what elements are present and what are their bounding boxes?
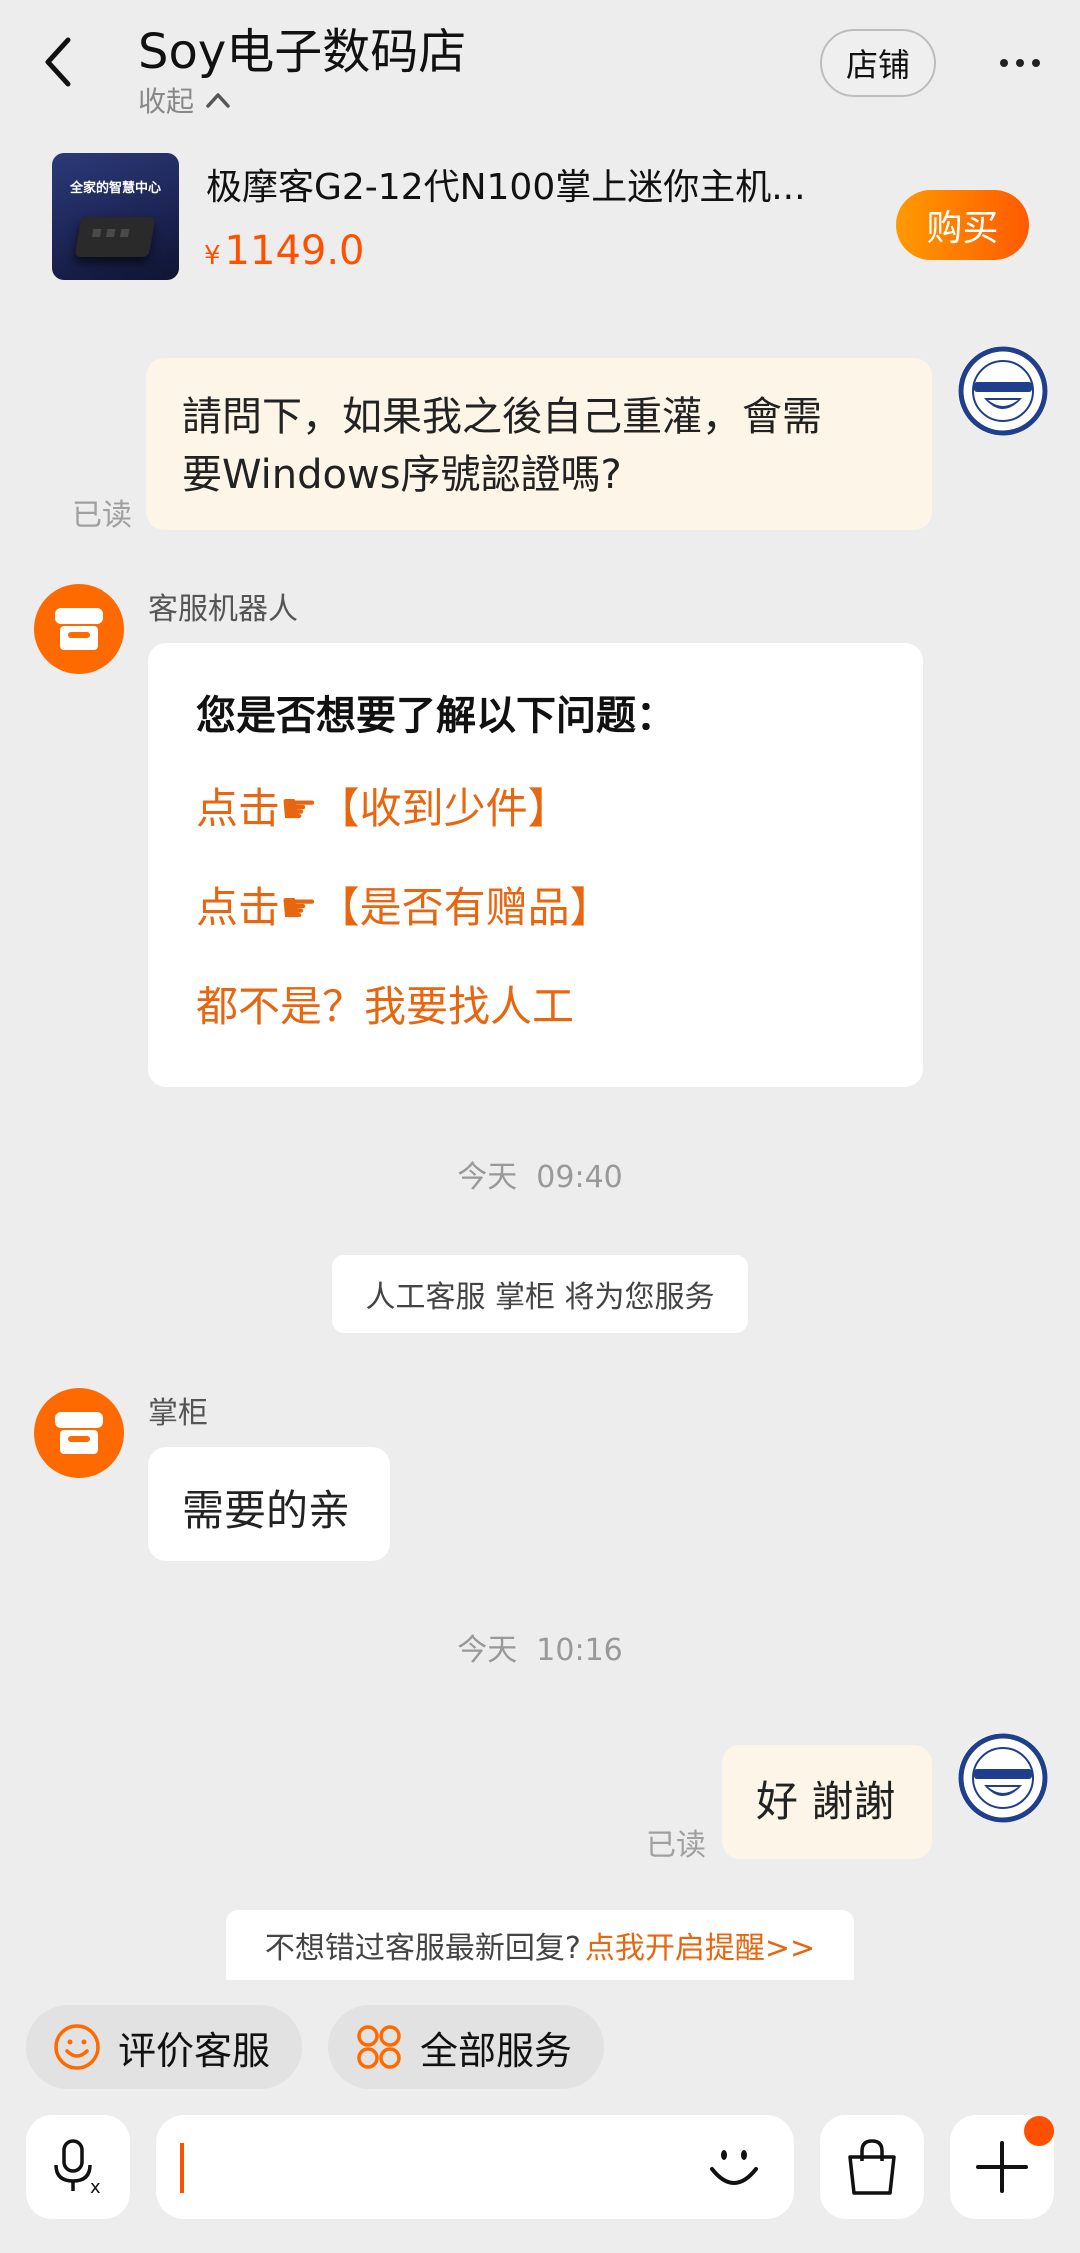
more-dot-icon xyxy=(1000,59,1008,67)
sender-name: 掌柜 xyxy=(148,1396,208,1431)
notification-dot xyxy=(1024,2116,1054,2146)
system-notice: 人工客服 掌柜 将为您服务 xyxy=(332,1255,748,1333)
laughing-man-icon xyxy=(958,1733,1048,1823)
read-status: 已读 xyxy=(72,498,132,533)
product-image[interactable]: 全家的智慧中心 xyxy=(52,153,179,280)
user-avatar[interactable] xyxy=(958,1733,1048,1823)
read-status: 已读 xyxy=(646,1828,706,1863)
plus-icon xyxy=(976,2141,1028,2193)
emoji-icon xyxy=(710,2150,758,2185)
microphone-icon: x xyxy=(54,2139,101,2198)
buy-button[interactable]: 购买 xyxy=(896,190,1029,260)
rate-service-button[interactable]: 评价客服 xyxy=(26,2005,302,2089)
bot-avatar[interactable] xyxy=(34,584,124,674)
mini-pc-illustration xyxy=(74,217,156,257)
product-price: ¥1149.0 xyxy=(204,228,365,274)
collapse-label: 收起 xyxy=(138,85,195,118)
product-image-caption: 全家的智慧中心 xyxy=(69,181,161,196)
smile-icon xyxy=(52,2022,102,2072)
all-services-button[interactable]: 全部服务 xyxy=(328,2005,604,2089)
svg-text:x: x xyxy=(90,2177,101,2198)
emoji-button[interactable] xyxy=(702,2135,766,2203)
chevron-left-icon xyxy=(45,37,71,87)
more-dot-icon xyxy=(1016,59,1024,67)
text-caret xyxy=(180,2143,184,2193)
menu-option-gifts[interactable]: 点击☛【是否有赠品】 xyxy=(196,874,875,935)
menu-option-missing-items[interactable]: 点击☛【收到少件】 xyxy=(196,775,875,836)
back-button[interactable] xyxy=(40,30,100,100)
bot-menu-bubble: 您是否想要了解以下问题： 点击☛【收到少件】 点击☛【是否有赠品】 都不是？我要… xyxy=(148,643,923,1087)
message-input[interactable] xyxy=(156,2115,794,2219)
product-title[interactable]: 极摩客G2-12代N100掌上迷你主机... xyxy=(206,158,846,210)
more-button[interactable] xyxy=(990,38,1050,88)
store-icon xyxy=(55,1412,103,1454)
quick-action-label: 全部服务 xyxy=(420,2028,573,2073)
currency-symbol: ¥ xyxy=(204,241,221,271)
store-button[interactable]: 店铺 xyxy=(820,29,936,97)
menu-heading: 您是否想要了解以下问题： xyxy=(196,693,676,739)
collapse-toggle[interactable]: 收起 xyxy=(138,80,232,120)
message-bubble-other[interactable]: 需要的亲 xyxy=(148,1447,390,1561)
shop-title: Soy电子数码店 xyxy=(138,24,467,80)
message-text: 要Windows序號認證嗎? xyxy=(182,452,622,498)
message-text: 請問下，如果我之後自己重灌，會需 xyxy=(182,394,822,440)
more-dot-icon xyxy=(1032,59,1040,67)
enable-notify-link[interactable]: 点我开启提醒>> xyxy=(585,1923,815,1967)
notification-prompt: 不想错过客服最新回复? 点我开启提醒>> xyxy=(226,1910,854,1980)
menu-option-human-agent[interactable]: 都不是？我要找人工 xyxy=(196,973,875,1034)
sender-name: 客服机器人 xyxy=(148,592,298,627)
shop-avatar[interactable] xyxy=(34,1388,124,1478)
product-picker-button[interactable] xyxy=(820,2115,924,2219)
grid-icon xyxy=(354,2022,404,2072)
user-avatar[interactable] xyxy=(958,346,1048,436)
message-bubble-self[interactable]: 好 謝謝 xyxy=(722,1745,932,1859)
price-value: 1149.0 xyxy=(224,228,365,274)
laughing-man-icon xyxy=(958,346,1048,436)
message-bubble-self[interactable]: 請問下，如果我之後自己重灌，會需 要Windows序號認證嗎? xyxy=(146,358,932,530)
notify-text: 不想错过客服最新回复? xyxy=(264,1931,581,1966)
voice-input-button[interactable]: x xyxy=(26,2115,130,2219)
timestamp: 今天 10:16 xyxy=(457,1633,623,1668)
chevron-up-icon xyxy=(206,93,230,108)
quick-action-label: 评价客服 xyxy=(118,2028,271,2073)
timestamp: 今天 09:40 xyxy=(457,1160,623,1195)
store-icon xyxy=(55,608,103,650)
shopping-bag-icon xyxy=(848,2139,896,2195)
